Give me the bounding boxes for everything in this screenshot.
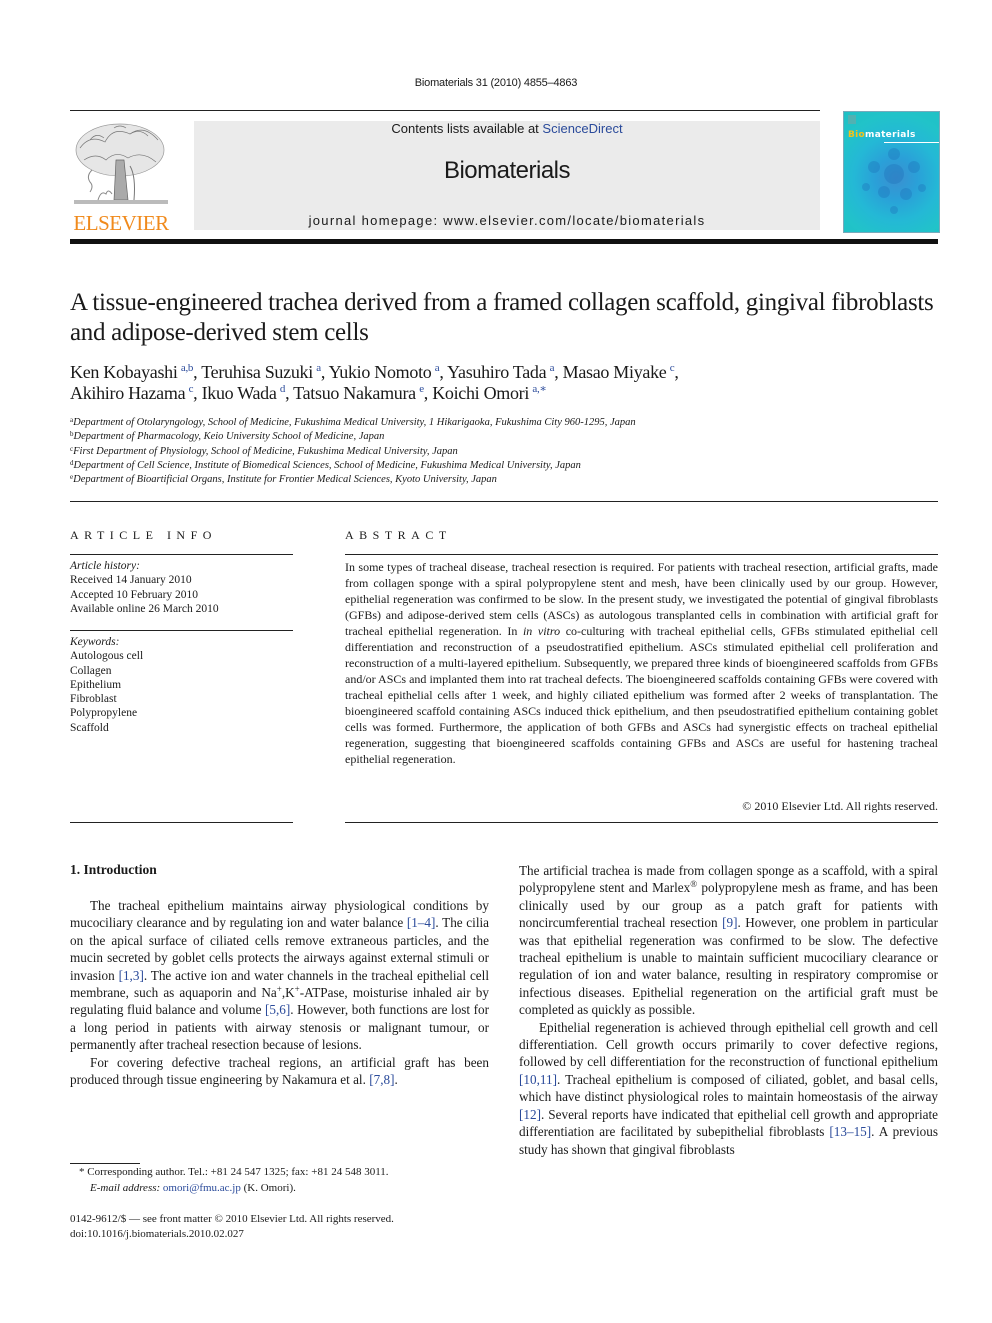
divider (70, 554, 293, 555)
abstract-text: In some types of tracheal disease, trach… (345, 560, 939, 766)
section-heading-introduction: 1. Introduction (70, 862, 157, 877)
keywords: Keywords: Autologous cell Collagen Epith… (70, 635, 293, 735)
running-head: Biomaterials 31 (2010) 4855–4863 (414, 77, 578, 89)
paragraph: Epithelial regeneration is achieved thro… (519, 1019, 938, 1157)
divider (345, 554, 938, 555)
keyword: Epithelium (70, 678, 122, 691)
superscript: + (276, 984, 282, 995)
contents-prefix: Contents lists available at (391, 121, 543, 136)
header-thick-rule (70, 239, 938, 244)
abstract-heading: ABSTRACT (345, 528, 452, 542)
email-label: E-mail address: (90, 1181, 161, 1194)
issn-line: 0142-9612/$ — see front matter © 2010 El… (70, 1213, 394, 1225)
author[interactable]: Akihiro Hazama c (70, 383, 193, 403)
journal-homepage-link[interactable]: journal homepage: www.elsevier.com/locat… (194, 213, 820, 228)
keywords-label: Keywords: (70, 636, 120, 648)
article-history: Article history: Received 14 January 201… (70, 559, 293, 616)
elsevier-logo[interactable]: ELSEVIER (70, 120, 172, 235)
author[interactable]: Teruhisa Suzuki a (201, 362, 321, 382)
citation-link[interactable]: [12] (519, 1107, 541, 1122)
abstract-copyright: © 2010 Elsevier Ltd. All rights reserved… (742, 799, 938, 813)
cover-pattern-icon (862, 148, 926, 214)
author[interactable]: Koichi Omori a,∗ (432, 383, 547, 403)
doi-link[interactable]: doi:10.1016/j.biomaterials.2010.02.027 (70, 1227, 490, 1242)
body-column-left: The tracheal epithelium maintains airway… (70, 897, 489, 1088)
citation-link[interactable]: [7,8] (369, 1072, 394, 1087)
elsevier-wordmark: ELSEVIER (73, 211, 169, 235)
sciencedirect-link[interactable]: ScienceDirect (542, 121, 622, 136)
contents-line: Contents lists available at ScienceDirec… (194, 121, 820, 137)
affiliation: bDepartment of Pharmacology, Keio Univer… (70, 430, 385, 443)
header-rule (70, 110, 820, 111)
history-received: Received 14 January 2010 (70, 574, 192, 587)
footnote-rule (70, 1163, 140, 1164)
superscript: + (294, 984, 300, 995)
tree-icon (74, 123, 168, 204)
article-title: A tissue-engineered trachea derived from… (70, 289, 934, 346)
affiliation: dDepartment of Cell Science, Institute o… (70, 458, 581, 471)
superscript: ® (690, 879, 698, 890)
citation-link[interactable]: [9] (722, 915, 737, 930)
author-list: Ken Kobayashi a,b, Teruhisa Suzuki a, Yu… (70, 362, 679, 403)
author[interactable]: Masao Miyake c (563, 362, 675, 382)
author[interactable]: Yukio Nomoto a (329, 362, 440, 382)
keyword: Autologous cell (70, 650, 144, 663)
keyword: Collagen (70, 664, 112, 677)
corresponding-author-footnote: * Corresponding author. Tel.: +81 24 547… (79, 1166, 389, 1194)
citation-link[interactable]: [13–15] (829, 1124, 871, 1139)
history-online: Available online 26 March 2010 (70, 602, 219, 615)
affiliation: eDepartment of Bioartificial Organs, Ins… (70, 473, 497, 486)
email-link[interactable]: omori@fmu.ac.jp (163, 1182, 241, 1194)
issn-doi-block: 0142-9612/$ — see front matter © 2010 El… (70, 1212, 490, 1241)
author[interactable]: Ken Kobayashi a,b (70, 362, 193, 382)
paragraph: The tracheal epithelium maintains airway… (70, 898, 490, 1053)
journal-name: Biomaterials (443, 157, 571, 184)
keyword: Fibroblast (70, 693, 117, 706)
keyword: Scaffold (70, 721, 109, 734)
article-info-heading: ARTICLE INFO (70, 528, 217, 542)
author[interactable]: Tatsuo Nakamura e (293, 383, 424, 403)
divider (70, 630, 293, 631)
paragraph: The artificial trachea is made from coll… (519, 863, 938, 1018)
divider (70, 822, 293, 823)
keyword: Polypropylene (70, 707, 138, 720)
divider (345, 822, 938, 823)
citation-link[interactable]: [5,6] (265, 1002, 290, 1017)
author[interactable]: Yasuhiro Tada a (447, 362, 554, 382)
citation-link[interactable]: [1–4] (407, 915, 436, 930)
author[interactable]: Ikuo Wada d (202, 383, 286, 403)
history-accepted: Accepted 10 February 2010 (70, 588, 199, 601)
journal-cover-image[interactable]: Biomaterials (843, 111, 940, 233)
affiliation: cFirst Department of Physiology, School … (70, 444, 458, 457)
affiliations: aDepartment of Otolaryngology, School of… (70, 416, 940, 487)
affiliation: aDepartment of Otolaryngology, School of… (70, 416, 636, 429)
citation-link[interactable]: [10,11] (519, 1072, 557, 1087)
paragraph: For covering defective tracheal regions,… (70, 1054, 489, 1088)
citation-link[interactable]: [1,3] (119, 968, 144, 983)
body-column-right: The artificial trachea is made from coll… (519, 862, 938, 1158)
section-rule (70, 501, 938, 502)
history-label: Article history: (70, 560, 140, 572)
journal-masthead: Contents lists available at ScienceDirec… (194, 121, 820, 230)
